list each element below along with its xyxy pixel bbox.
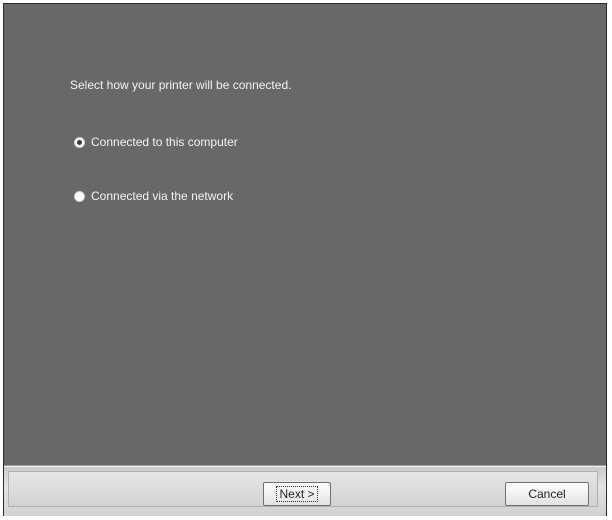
installer-window: Select how your printer will be connecte… xyxy=(3,3,607,516)
radio-button-selected[interactable] xyxy=(74,136,85,148)
radio-connected-computer[interactable]: Connected to this computer xyxy=(74,135,238,149)
next-button-label: Next > xyxy=(276,486,318,502)
radio-button-unselected[interactable] xyxy=(74,190,85,202)
button-bar: Next > Cancel xyxy=(4,466,606,516)
dialog-content: Select how your printer will be connecte… xyxy=(4,4,606,466)
radio-connected-network[interactable]: Connected via the network xyxy=(74,189,233,203)
connection-prompt: Select how your printer will be connecte… xyxy=(70,78,292,92)
radio-label-network: Connected via the network xyxy=(91,189,234,203)
radio-label-computer: Connected to this computer xyxy=(91,135,238,149)
next-button[interactable]: Next > xyxy=(263,482,331,506)
cancel-button[interactable]: Cancel xyxy=(505,482,589,506)
button-bar-panel: Next > Cancel xyxy=(8,471,598,507)
